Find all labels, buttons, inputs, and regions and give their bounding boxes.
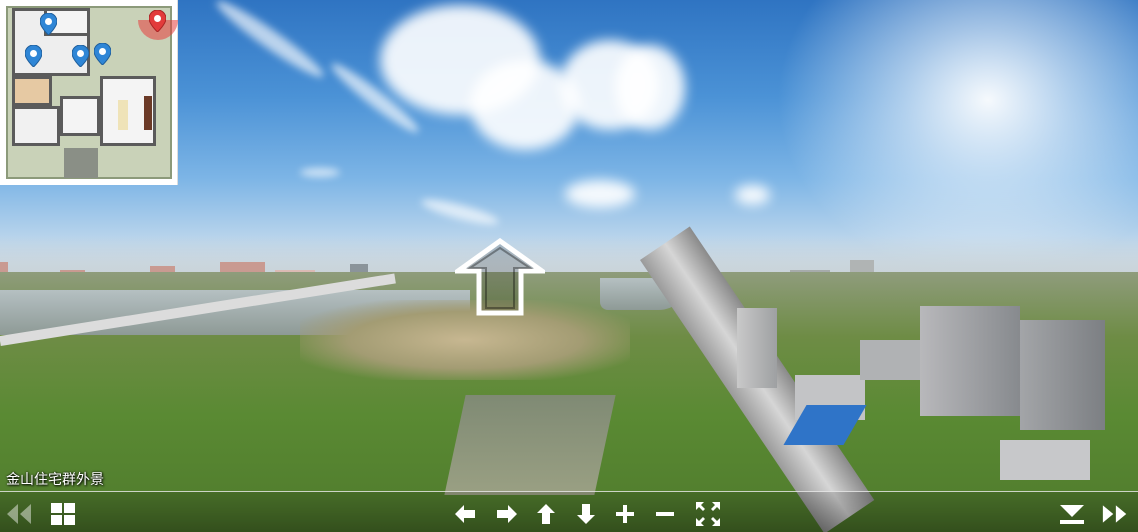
cloud-streak [300,168,340,177]
previous-scene-button[interactable] [6,501,32,527]
cloud [565,180,635,208]
next-scene-button[interactable] [1102,501,1128,527]
arrow-up-icon [537,504,555,524]
map-pin-icon[interactable] [94,43,111,65]
plus-icon [616,505,634,523]
map-pin-icon[interactable] [72,45,89,67]
room [12,76,52,106]
pan-right-button[interactable] [494,501,520,527]
fullscreen-button[interactable] [695,501,721,527]
arrow-right-icon [497,505,517,523]
tour-control-bar [0,491,1138,532]
zoom-out-button[interactable] [652,501,678,527]
room [60,96,100,136]
room [12,106,60,146]
arrow-down-icon [577,504,595,524]
fullscreen-icon [696,502,720,526]
forward-arrow-icon[interactable] [455,238,545,316]
table [118,100,128,130]
thumbnails-button[interactable] [50,501,76,527]
cloud [615,45,685,130]
double-chevron-right-icon [1102,505,1127,523]
cloud [735,185,770,205]
pan-up-button[interactable] [533,501,559,527]
pan-left-button[interactable] [452,501,478,527]
building [1000,440,1090,480]
building [860,340,920,380]
building [737,308,777,388]
zoom-in-button[interactable] [612,501,638,527]
double-chevron-left-icon [7,504,31,524]
pan-down-button[interactable] [573,501,599,527]
collapse-down-icon [1060,505,1084,524]
map-pin-active-icon[interactable] [149,10,166,32]
hide-controls-button[interactable] [1059,501,1085,527]
minus-icon [656,512,674,516]
sofa [144,96,152,130]
scene-title: 金山住宅群外景 [6,472,104,488]
water-channel [444,395,616,495]
arrow-left-icon [455,505,475,523]
stairs [64,148,98,178]
floor-plan-minimap[interactable] [0,0,178,185]
building [1020,320,1105,430]
map-pin-icon[interactable] [40,13,57,35]
map-pin-icon[interactable] [25,45,42,67]
grid-icon [51,503,75,525]
building [920,306,1020,416]
